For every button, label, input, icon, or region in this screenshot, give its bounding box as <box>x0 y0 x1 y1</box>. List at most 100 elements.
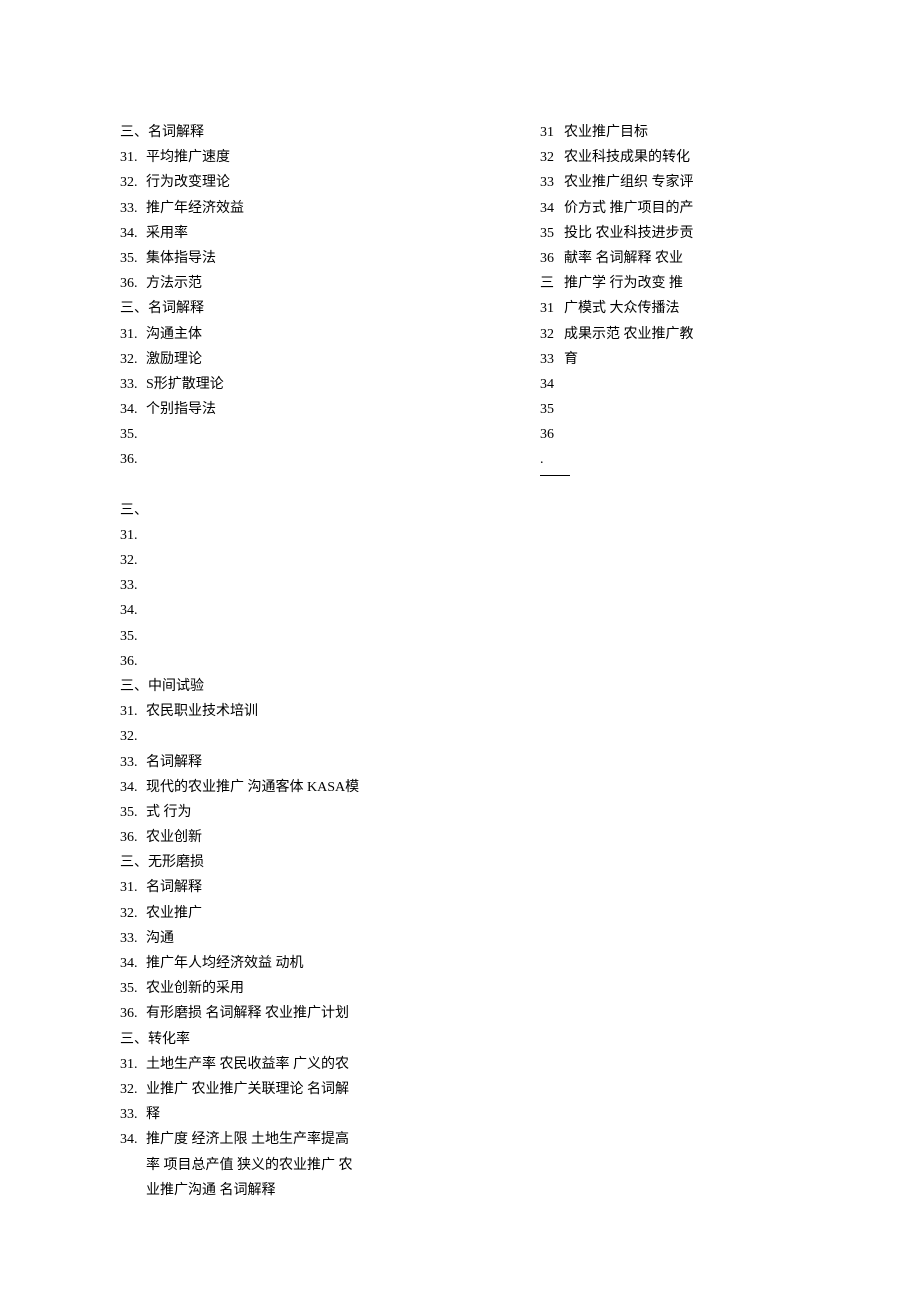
list-item: 31.土地生产率 农民收益率 广义的农 <box>120 1052 450 1077</box>
item-text: 价方式 推广项目的产 <box>564 196 694 221</box>
item-label: 31. <box>120 699 146 724</box>
item-text: 中间试验 <box>148 674 204 699</box>
item-label: 36 <box>540 246 564 271</box>
list-item: 三、 <box>120 498 450 523</box>
item-text: 成果示范 农业推广教 <box>564 322 694 347</box>
list-item: 31.名词解释 <box>120 875 450 900</box>
item-label: 35. <box>120 976 146 1001</box>
list-item <box>120 473 450 498</box>
list-item: 三、转化率 <box>120 1027 450 1052</box>
item-text: 献率 名词解释 农业 <box>564 246 683 271</box>
item-label: 34. <box>120 951 146 976</box>
item-label: 36. <box>120 825 146 850</box>
item-label: 36 <box>540 422 564 447</box>
item-label: 31. <box>120 145 146 170</box>
item-text: 转化率 <box>148 1027 190 1052</box>
item-text: 推广学 行为改变 推 <box>564 271 683 296</box>
item-label: 35. <box>120 422 146 447</box>
item-label: 35. <box>120 624 146 649</box>
item-label: 三、 <box>120 296 148 321</box>
item-label <box>120 1178 146 1203</box>
list-item: 35.集体指导法 <box>120 246 450 271</box>
list-item: 31广模式 大众传播法 <box>540 296 740 321</box>
list-item: 33.名词解释 <box>120 750 450 775</box>
item-label: 35 <box>540 397 564 422</box>
item-label: 36. <box>120 271 146 296</box>
item-label: 33 <box>540 170 564 195</box>
item-label: 三、 <box>120 120 148 145</box>
footnote-rule-icon <box>540 475 570 476</box>
list-item: 32.行为改变理论 <box>120 170 450 195</box>
item-label: 33 <box>540 347 564 372</box>
item-text: 沟通 <box>146 926 174 951</box>
list-item: 36 <box>540 422 740 447</box>
list-item: 32.激励理论 <box>120 347 450 372</box>
item-label: 三、 <box>120 1027 148 1052</box>
list-item: 34.个别指导法 <box>120 397 450 422</box>
list-item: 32. <box>120 724 450 749</box>
list-item: 35.式 行为 <box>120 800 450 825</box>
list-item: 32农业科技成果的转化 <box>540 145 740 170</box>
item-text: 现代的农业推广 沟通客体 KASA模 <box>146 775 359 800</box>
list-item: 34价方式 推广项目的产 <box>540 196 740 221</box>
item-text: 农业创新 <box>146 825 202 850</box>
item-label: 34 <box>540 372 564 397</box>
item-label: 32. <box>120 1077 146 1102</box>
list-item: 三推广学 行为改变 推 <box>540 271 740 296</box>
item-label: 33. <box>120 573 146 598</box>
left-column: 三、名词解释 31.平均推广速度 32.行为改变理论 33.推广年经济效益 34… <box>120 120 450 1203</box>
list-item: 34.现代的农业推广 沟通客体 KASA模 <box>120 775 450 800</box>
list-item: 34.采用率 <box>120 221 450 246</box>
item-text: 农业科技成果的转化 <box>564 145 690 170</box>
item-label: 33. <box>120 926 146 951</box>
list-item: 34 <box>540 372 740 397</box>
list-item: 31.沟通主体 <box>120 322 450 347</box>
item-text: 个别指导法 <box>146 397 216 422</box>
item-label: 34. <box>120 397 146 422</box>
list-item: 三、中间试验 <box>120 674 450 699</box>
item-text: 行为改变理论 <box>146 170 230 195</box>
item-text: 推广年经济效益 <box>146 196 244 221</box>
list-item: 业推广沟通 名词解释 <box>120 1178 450 1203</box>
list-item: 35. <box>120 422 450 447</box>
item-label: 33. <box>120 1102 146 1127</box>
item-text: 沟通主体 <box>146 322 202 347</box>
item-label: 33. <box>120 750 146 775</box>
item-label: 32 <box>540 145 564 170</box>
item-label: 31. <box>120 1052 146 1077</box>
item-text: 农业推广目标 <box>564 120 648 145</box>
list-item: 34. <box>120 598 450 623</box>
list-item: 34.推广年人均经济效益 动机 <box>120 951 450 976</box>
item-text: 农业推广 <box>146 901 202 926</box>
item-label: 32. <box>120 347 146 372</box>
list-item: 33育 <box>540 347 740 372</box>
item-label: 36. <box>120 447 146 472</box>
list-item: 36献率 名词解释 农业 <box>540 246 740 271</box>
list-item: 33.释 <box>120 1102 450 1127</box>
item-label: 34 <box>540 196 564 221</box>
item-text: 平均推广速度 <box>146 145 230 170</box>
item-label: 三 <box>540 271 564 296</box>
list-item: 32成果示范 农业推广教 <box>540 322 740 347</box>
item-text: 农业创新的采用 <box>146 976 244 1001</box>
list-item: 35 <box>540 397 740 422</box>
list-item: 31.农民职业技术培训 <box>120 699 450 724</box>
list-item: 33. <box>120 573 450 598</box>
item-label: 31. <box>120 523 146 548</box>
item-label: 三、 <box>120 674 148 699</box>
item-label: 32. <box>120 724 146 749</box>
item-label: 32. <box>120 901 146 926</box>
item-text: 无形磨损 <box>148 850 204 875</box>
item-label: 35 <box>540 221 564 246</box>
item-text: 采用率 <box>146 221 188 246</box>
list-item: 36.有形磨损 名词解释 农业推广计划 <box>120 1001 450 1026</box>
item-text: 集体指导法 <box>146 246 216 271</box>
list-item: 三、名词解释 <box>120 296 450 321</box>
list-item: 36. <box>120 447 450 472</box>
right-column: 31农业推广目标 32农业科技成果的转化 33农业推广组织 专家评 34价方式 … <box>540 120 740 1203</box>
list-item: 率 项目总产值 狭义的农业推广 农 <box>120 1153 450 1178</box>
item-label: 36. <box>120 649 146 674</box>
item-label: 33. <box>120 196 146 221</box>
item-label: 33. <box>120 372 146 397</box>
item-label: 34. <box>120 775 146 800</box>
